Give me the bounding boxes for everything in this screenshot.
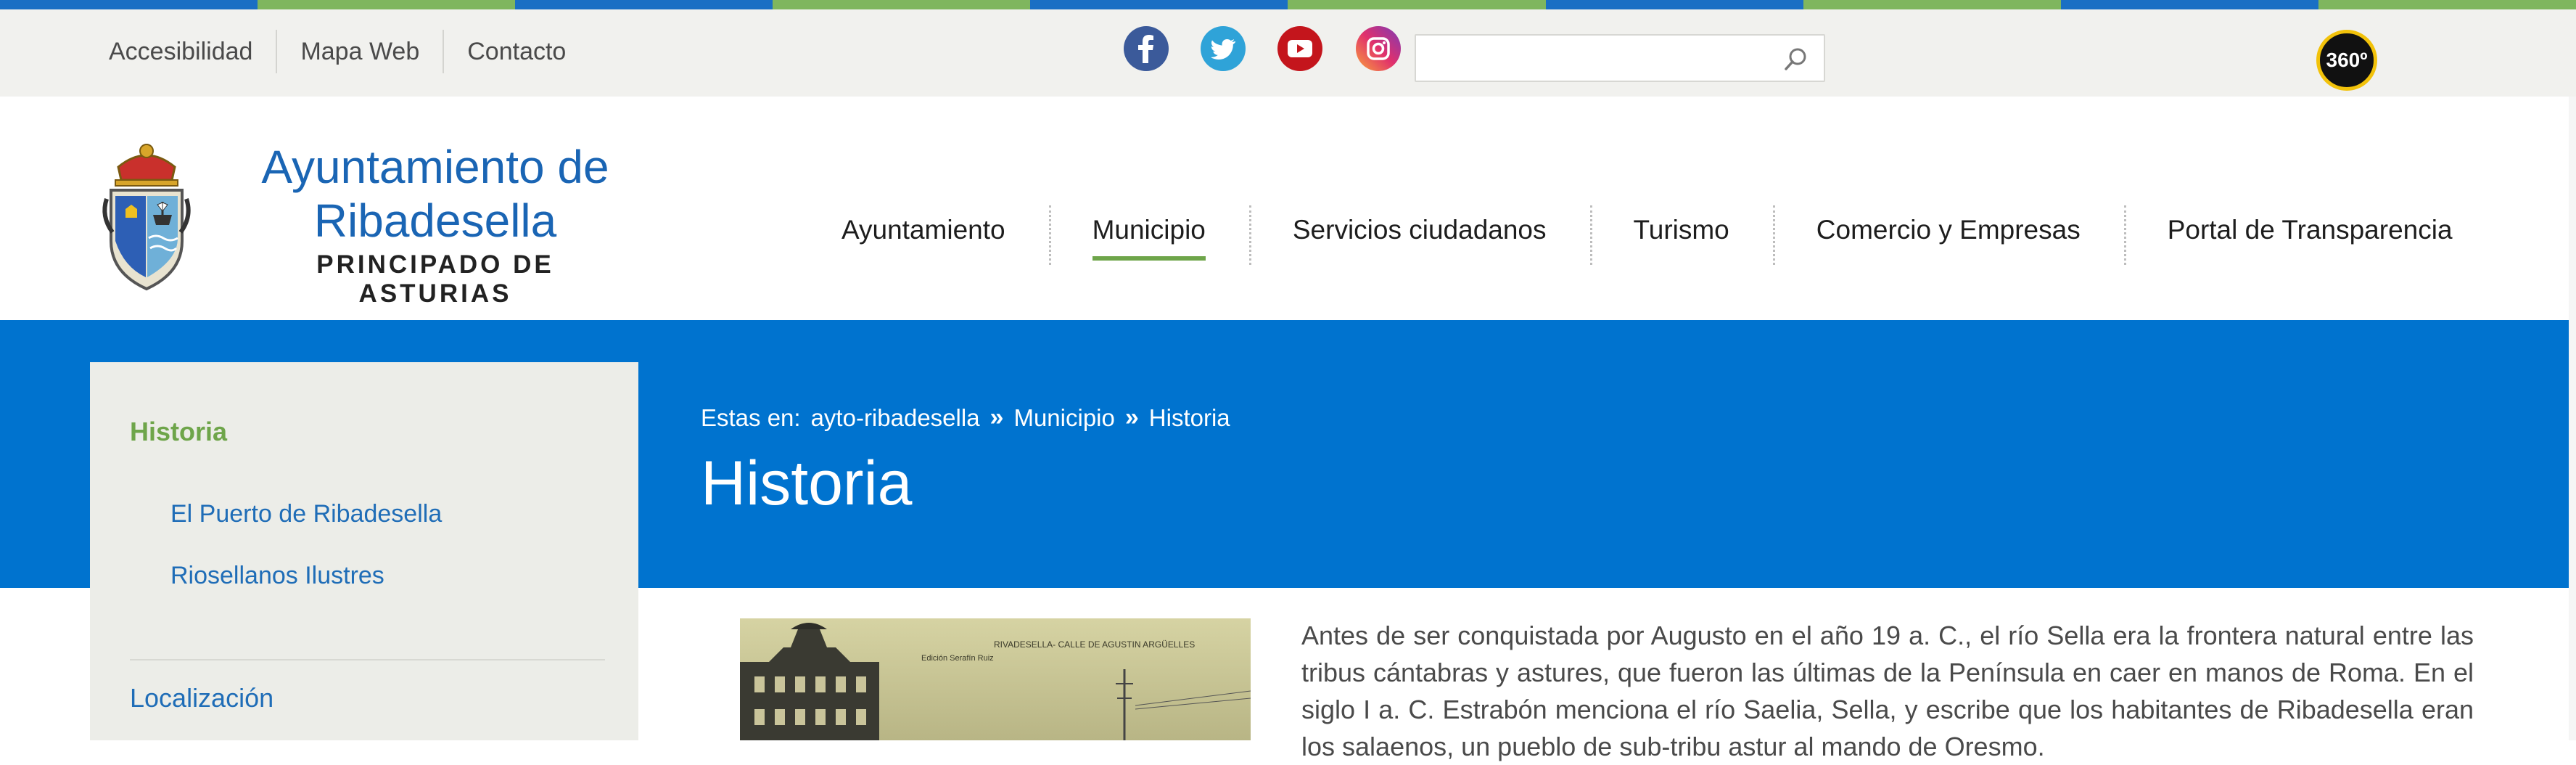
- search-input[interactable]: [1423, 41, 1767, 76]
- top-color-stripe: [0, 0, 2576, 9]
- sidebar-item-historia[interactable]: Historia: [130, 417, 227, 447]
- nav-ayuntamiento[interactable]: Ayuntamiento: [812, 205, 1049, 263]
- sitemap-link[interactable]: Mapa Web: [276, 30, 443, 73]
- utility-links: Accesibilidad Mapa Web Contacto: [94, 30, 589, 73]
- article-body: Antes de ser conquistada por Augusto en …: [1301, 621, 2474, 761]
- breadcrumb-current: Historia: [1148, 404, 1230, 431]
- contact-link[interactable]: Contacto: [443, 30, 589, 73]
- breadcrumb-home[interactable]: ayto-ribadesella: [811, 404, 980, 432]
- sidebar-divider: [130, 659, 605, 660]
- search-box: [1415, 34, 1825, 82]
- accessibility-link[interactable]: Accesibilidad: [94, 30, 276, 73]
- utility-bar: Accesibilidad Mapa Web Contacto 360º: [0, 9, 2576, 97]
- facebook-icon[interactable]: [1123, 25, 1169, 72]
- breadcrumb-municipio[interactable]: Municipio: [1013, 404, 1114, 432]
- breadcrumb-separator: »: [1124, 404, 1139, 431]
- nav-servicios-ciudadanos[interactable]: Servicios ciudadanos: [1248, 205, 1590, 265]
- nav-comercio-empresas[interactable]: Comercio y Empresas: [1772, 205, 2124, 265]
- main-navigation: Ayuntamiento Municipio Servicios ciudada…: [812, 205, 2496, 271]
- postcard-credit: Edición Serafín Ruiz: [921, 654, 994, 663]
- nav-portal-transparencia[interactable]: Portal de Transparencia: [2123, 205, 2496, 265]
- site-subtitle: PRINCIPADO DE ASTURIAS: [316, 250, 554, 308]
- postcard-caption: RIVADESELLA- CALLE DE AGUSTIN ARGÜELLES: [994, 639, 1195, 650]
- breadcrumb-separator: »: [989, 404, 1004, 431]
- sidebar-subitem-riosellanos[interactable]: Riosellanos Ilustres: [170, 562, 384, 590]
- site-header: Ayuntamiento de Ribadesella PRINCIPADO D…: [0, 97, 2576, 320]
- search-icon[interactable]: [1783, 46, 1809, 72]
- nav-municipio[interactable]: Municipio: [1048, 205, 1249, 265]
- youtube-icon[interactable]: [1277, 25, 1323, 72]
- coat-of-arms-logo[interactable]: [96, 129, 197, 293]
- breadcrumb: Estas en: ayto-ribadesella » Municipio »…: [701, 404, 1230, 432]
- nav-turismo[interactable]: Turismo: [1589, 205, 1773, 265]
- breadcrumb-prefix: Estas en:: [701, 404, 801, 431]
- 360-view-icon[interactable]: 360º: [2316, 30, 2377, 91]
- historic-postcard-image: RIVADESELLA- CALLE DE AGUSTIN ARGÜELLES …: [740, 618, 1251, 740]
- sidebar-item-localizacion[interactable]: Localización: [130, 683, 273, 713]
- twitter-icon[interactable]: [1200, 25, 1246, 72]
- page-title: Historia: [701, 449, 913, 518]
- page-scrollbar[interactable]: [2569, 97, 2576, 740]
- site-title[interactable]: Ayuntamiento de Ribadesella: [247, 140, 624, 248]
- sidebar-menu: Historia El Puerto de Ribadesella Riosel…: [90, 362, 638, 740]
- sidebar-subitem-puerto[interactable]: El Puerto de Ribadesella: [170, 500, 442, 528]
- instagram-icon[interactable]: [1355, 25, 1402, 72]
